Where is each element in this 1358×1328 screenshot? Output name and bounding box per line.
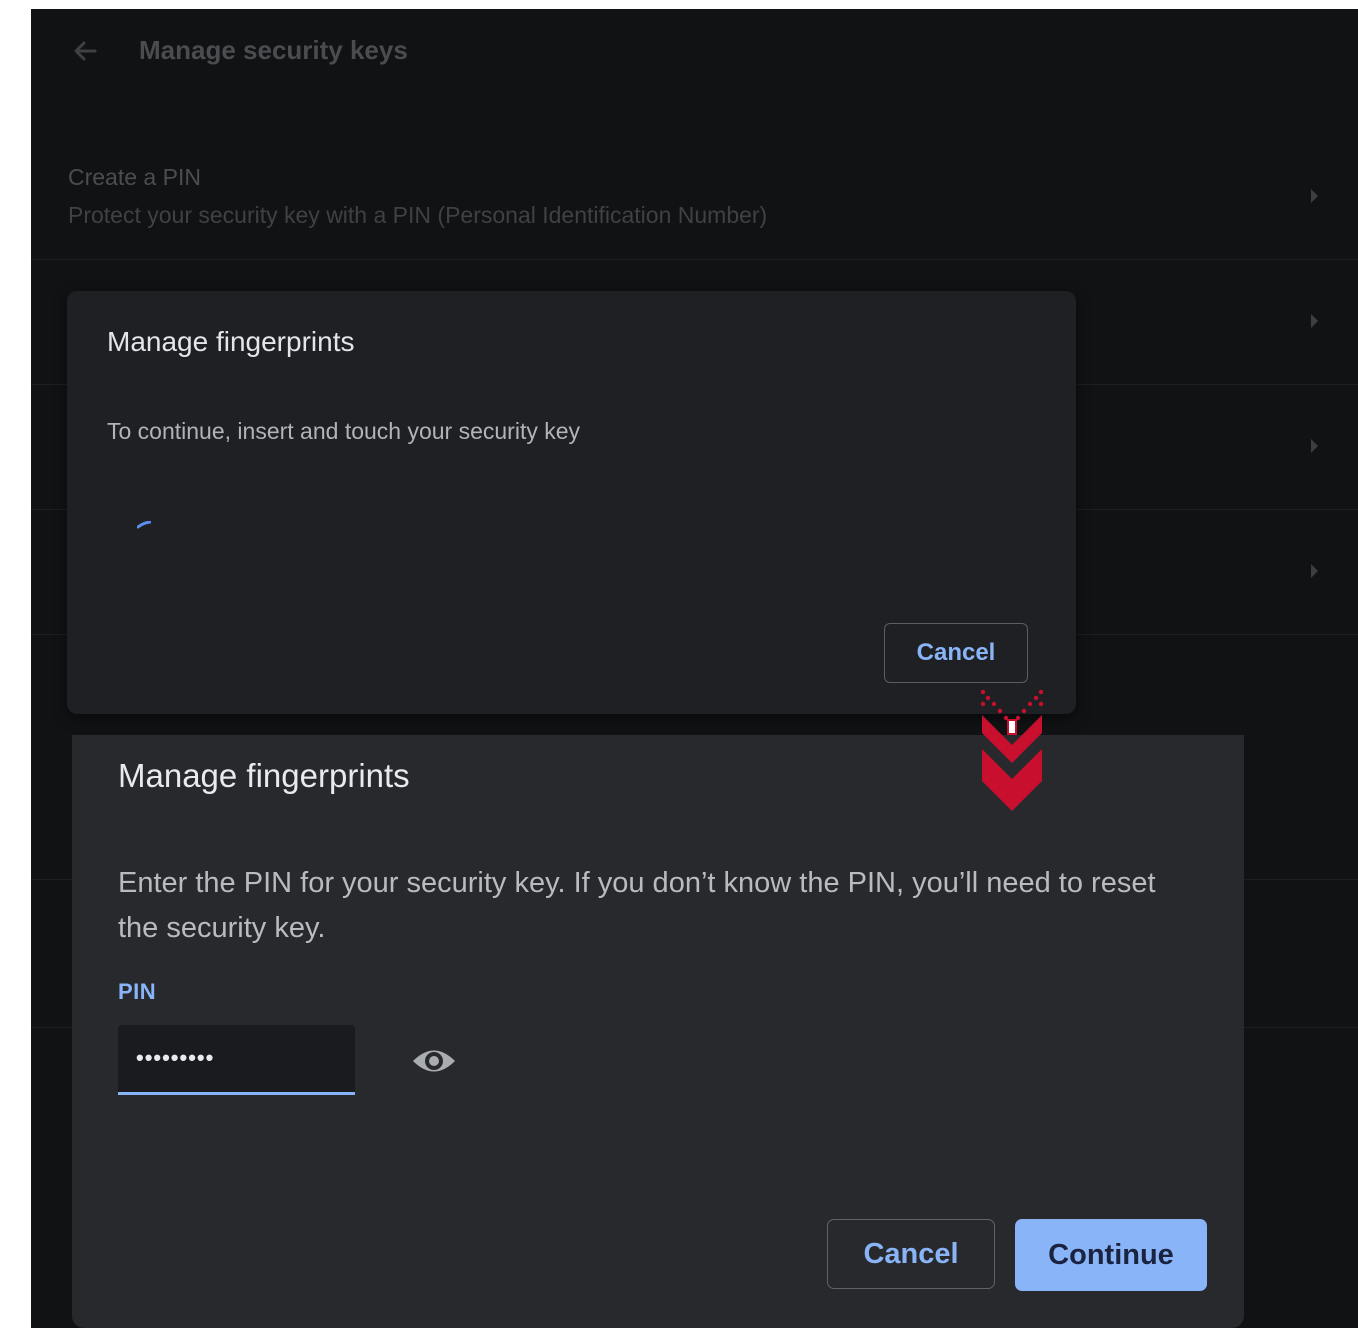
create-pin-row[interactable]: Create a PIN Protect your security key w… bbox=[31, 134, 1358, 260]
double-chevron-down-icon bbox=[980, 689, 1044, 811]
chevron-right-icon bbox=[1311, 564, 1318, 578]
dialog-message: To continue, insert and touch your secur… bbox=[107, 418, 581, 444]
enter-pin-dialog: Manage fingerprints Enter the PIN for yo… bbox=[72, 735, 1244, 1328]
chevron-right-icon bbox=[1311, 314, 1318, 328]
dialog-title: Manage fingerprints bbox=[107, 326, 355, 357]
row-subtitle: Protect your security key with a PIN (Pe… bbox=[68, 202, 768, 228]
page-title: Manage security keys bbox=[139, 35, 408, 65]
back-arrow-icon[interactable] bbox=[69, 35, 101, 67]
loading-spinner-icon bbox=[137, 521, 151, 529]
pin-input[interactable]: ••••••••• bbox=[118, 1025, 355, 1095]
chevron-right-icon bbox=[1311, 189, 1318, 203]
chevron-right-icon bbox=[1311, 439, 1318, 453]
touch-key-dialog: Manage fingerprints To continue, insert … bbox=[67, 291, 1076, 714]
pin-label: PIN bbox=[118, 979, 157, 1004]
show-pin-eye-icon[interactable] bbox=[411, 1042, 457, 1080]
page-header: Manage security keys bbox=[31, 9, 1358, 95]
settings-page: Manage security keys Create a PIN Protec… bbox=[31, 9, 1358, 1328]
cancel-button[interactable]: Cancel bbox=[827, 1219, 995, 1289]
dialog-title: Manage fingerprints bbox=[118, 757, 410, 794]
dialog-message: Enter the PIN for your security key. If … bbox=[118, 867, 1156, 944]
row-title: Create a PIN bbox=[68, 164, 201, 190]
pin-input-value: ••••••••• bbox=[136, 1045, 215, 1070]
cancel-button[interactable]: Cancel bbox=[884, 623, 1028, 683]
continue-button[interactable]: Continue bbox=[1015, 1219, 1207, 1291]
